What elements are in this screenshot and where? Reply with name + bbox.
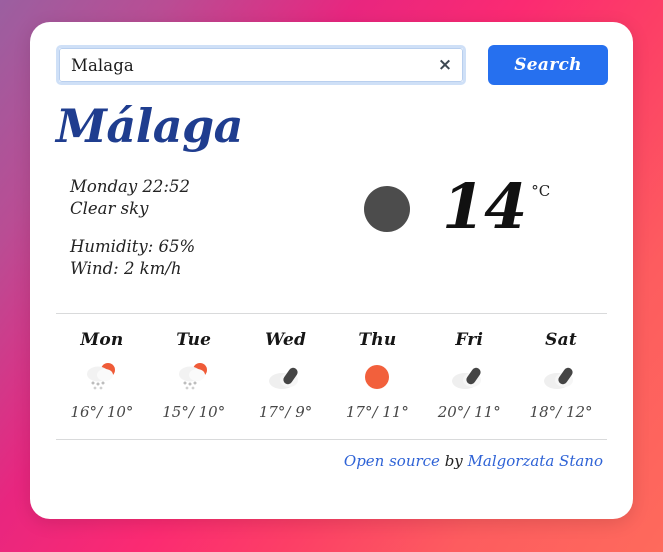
forecast-day-temps: 15°/ 10°: [162, 403, 226, 422]
current-daytime: Monday 22:52: [70, 177, 190, 197]
open-source-link[interactable]: Open source: [344, 452, 440, 470]
clear-icon[interactable]: ×: [436, 56, 454, 74]
search-input-wrapper[interactable]: ×: [56, 45, 466, 85]
forecast-day-temps: 16°/ 10°: [70, 403, 134, 422]
divider-bottom: [56, 439, 607, 441]
cloud-dark-icon: [240, 359, 332, 395]
current-wind: Wind: 2 km/h: [70, 258, 182, 278]
cloud-dark-icon: [515, 359, 607, 395]
forecast-day-name: Thu: [358, 330, 397, 351]
forecast-day: Thu 17°/ 11°: [331, 330, 423, 421]
forecast-day-name: Fri: [455, 330, 484, 351]
sun-rain-cloud-icon: [56, 359, 148, 395]
divider-top: [56, 313, 607, 315]
forecast-day-name: Tue: [176, 330, 212, 351]
forecast-day: Wed 17°/ 9°: [240, 330, 332, 421]
city-title: Málaga: [56, 99, 243, 153]
sun-icon: [331, 359, 423, 395]
forecast-day-temps: 18°/ 12°: [529, 403, 593, 422]
forecast-day-temps: 20°/ 11°: [437, 403, 501, 422]
search-row: × Search: [56, 44, 608, 86]
cloud-dark-icon: [423, 359, 515, 395]
temperature-value: 14: [442, 170, 527, 244]
forecast-day-temps: 17°/ 9°: [258, 403, 313, 422]
current-details: Monday 22:52 Clear sky Humidity: 65% Win…: [56, 176, 356, 279]
temperature-unit[interactable]: °C: [531, 182, 550, 200]
forecast-day: Fri 20°/ 11°: [423, 330, 515, 421]
forecast-day-name: Mon: [80, 330, 124, 351]
footer: Open source by Malgorzata Stano: [56, 452, 607, 470]
forecast-day: Mon 16°/ 10°: [56, 330, 148, 421]
search-button[interactable]: Search: [488, 45, 608, 85]
forecast-row: Mon 16°/ 10° Tue 15°/ 10° Wed 17°/ 9° Th…: [56, 330, 607, 421]
moon-circle-icon: [364, 186, 410, 233]
author-link[interactable]: Malgorzata Stano: [468, 452, 603, 470]
sun-rain-cloud-icon: [148, 359, 240, 395]
current-temperature-block: 14 °C: [356, 170, 607, 244]
forecast-day-name: Sat: [545, 330, 577, 351]
forecast-day-name: Wed: [265, 330, 307, 351]
forecast-day-temps: 17°/ 11°: [345, 403, 409, 422]
search-input[interactable]: [59, 48, 463, 82]
current-description: Clear sky: [70, 199, 149, 219]
footer-by-text: by: [439, 452, 468, 471]
weather-card: × Search Málaga Monday 22:52 Clear sky H…: [30, 22, 633, 519]
current-humidity: Humidity: 65%: [70, 236, 196, 256]
forecast-day: Sat 18°/ 12°: [515, 330, 607, 421]
forecast-day: Tue 15°/ 10°: [148, 330, 240, 421]
current-conditions: Monday 22:52 Clear sky Humidity: 65% Win…: [56, 176, 607, 279]
